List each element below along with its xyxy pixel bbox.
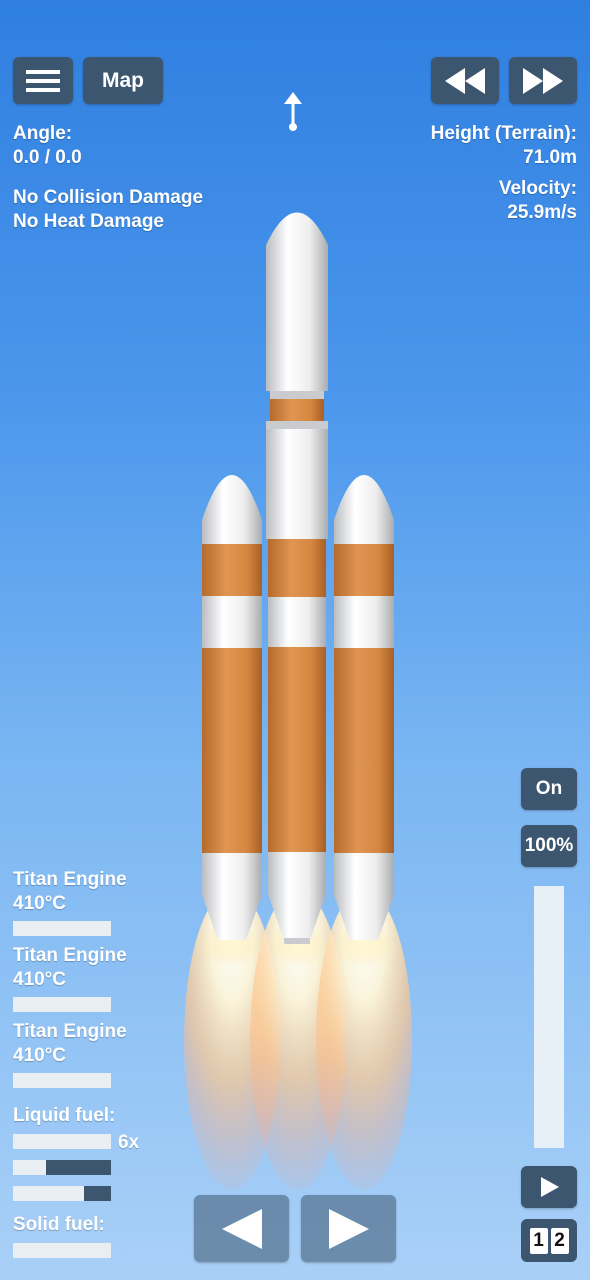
fast-forward-icon xyxy=(523,67,563,94)
rotate-right-button[interactable] xyxy=(301,1195,396,1262)
engine-toggle-label: On xyxy=(535,778,563,799)
liquid-fuel-fill xyxy=(83,1186,111,1201)
liquid-fuel-bar xyxy=(13,1160,111,1175)
engine-heat-bar xyxy=(13,921,111,936)
engine-name: Titan Engine xyxy=(13,1021,127,1042)
left-booster xyxy=(202,475,262,940)
engine-heat-bar xyxy=(13,997,111,1012)
liquid-fuel-bar xyxy=(13,1186,111,1201)
engine-temp: 410°C xyxy=(13,1045,67,1066)
solid-fuel-label: Solid fuel: xyxy=(13,1214,105,1235)
liquid-fuel-multiplier: 6x xyxy=(118,1132,140,1153)
cheat-no-collision: No Collision Damage xyxy=(13,187,204,208)
engine-temp: 410°C xyxy=(13,893,67,914)
liquid-fuel-bar xyxy=(13,1134,111,1149)
throttle-slider-fill xyxy=(534,886,564,1148)
engine-name: Titan Engine xyxy=(13,869,127,890)
menu-button[interactable] xyxy=(13,57,73,104)
right-booster xyxy=(334,475,394,940)
stage-button[interactable] xyxy=(521,1166,577,1208)
map-button-label: Map xyxy=(102,68,144,92)
slow-down-button[interactable] xyxy=(431,57,499,104)
throttle-slider[interactable] xyxy=(534,886,564,1148)
speed-up-button[interactable] xyxy=(509,57,577,104)
velocity-label: Velocity: xyxy=(498,178,577,199)
rotate-left-icon xyxy=(221,1208,262,1249)
stage-digit: 2 xyxy=(550,1227,569,1254)
engine-temp: 410°C xyxy=(13,969,67,990)
liquid-fuel-fill xyxy=(46,1160,111,1175)
play-icon xyxy=(541,1177,559,1197)
engine-toggle-button[interactable]: On xyxy=(521,768,577,810)
stage-digit: 1 xyxy=(529,1227,548,1254)
angle-value: 0.0 / 0.0 xyxy=(13,147,82,168)
rotate-left-button[interactable] xyxy=(194,1195,289,1262)
fast-backward-icon xyxy=(445,67,485,94)
liquid-fuel-label: Liquid fuel: xyxy=(13,1105,116,1126)
height-value: 71.0m xyxy=(523,147,577,168)
throttle-percent-label: 100% xyxy=(524,835,574,856)
menu-icon xyxy=(26,69,60,92)
throttle-percent-button[interactable]: 100% xyxy=(521,825,577,867)
velocity-value: 25.9m/s xyxy=(507,202,577,223)
stage-number-selector[interactable]: 1 2 xyxy=(521,1219,577,1262)
height-label: Height (Terrain): xyxy=(430,123,577,144)
map-button[interactable]: Map xyxy=(83,57,163,104)
direction-arrow-icon xyxy=(284,92,302,131)
engine-name: Titan Engine xyxy=(13,945,127,966)
center-core xyxy=(266,212,328,944)
rotate-right-icon xyxy=(328,1208,369,1249)
engine-heat-bar xyxy=(13,1073,111,1088)
angle-label: Angle: xyxy=(13,123,73,144)
cheat-no-heat: No Heat Damage xyxy=(13,211,164,232)
solid-fuel-bar xyxy=(13,1243,111,1258)
